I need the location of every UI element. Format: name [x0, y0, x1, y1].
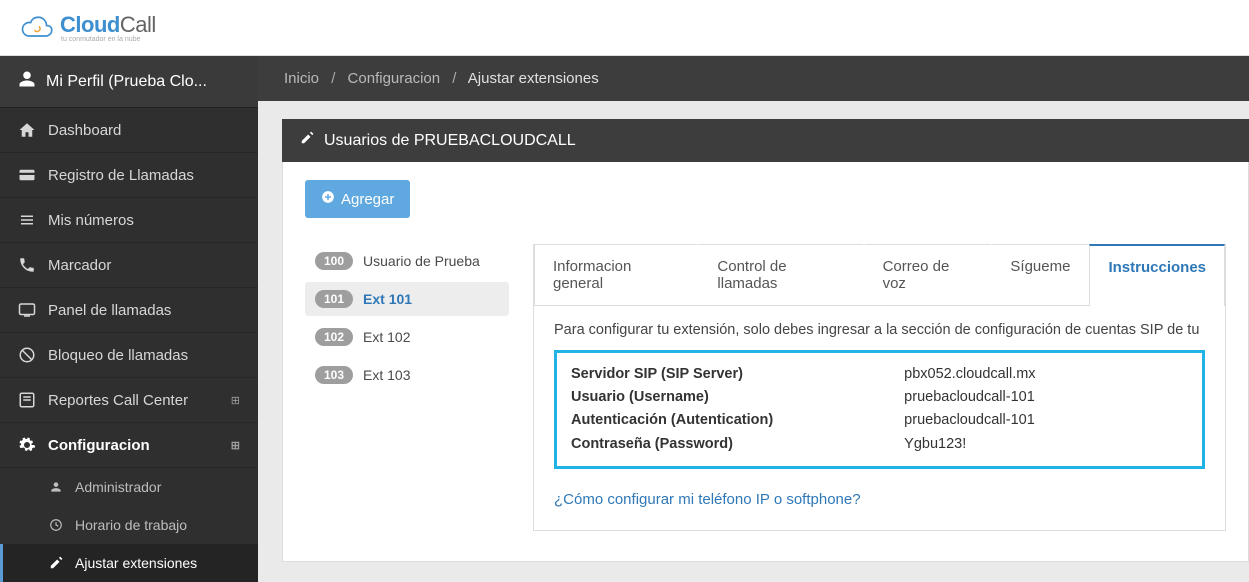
- extension-detail: Informacion generalControl de llamadasCo…: [533, 244, 1226, 531]
- app-header: CloudCall tu conmutador en la nube: [0, 0, 1249, 56]
- user-icon: [47, 480, 65, 494]
- sidebar-item-configuracion[interactable]: Configuracion ⊞: [0, 423, 258, 468]
- sip-label: Contraseña (Password): [571, 433, 904, 456]
- extension-badge: 101: [315, 290, 353, 308]
- extension-label: Ext 101: [363, 291, 412, 307]
- sidebar-profile[interactable]: Mi Perfil (Prueba Clo...: [0, 56, 258, 108]
- breadcrumb: Inicio / Configuracion / Ajustar extensi…: [258, 56, 1249, 101]
- breadcrumb-home[interactable]: Inicio: [284, 70, 319, 87]
- sip-label: Usuario (Username): [571, 386, 904, 409]
- sidebar-sub-ajustar-extensiones[interactable]: Ajustar extensiones: [0, 544, 258, 582]
- tab-control-de-llamadas[interactable]: Control de llamadas: [698, 244, 863, 305]
- sidebar: Mi Perfil (Prueba Clo... Dashboard Regist…: [0, 56, 258, 579]
- sidebar-item-marcador[interactable]: Marcador: [0, 243, 258, 288]
- tab-informacion-general[interactable]: Informacion general: [534, 244, 698, 305]
- sip-label: Servidor SIP (SIP Server): [571, 363, 904, 386]
- add-button-label: Agregar: [341, 191, 394, 208]
- sip-value: pruebacloudcall-101: [904, 409, 1188, 432]
- tab-content-instrucciones: Para configurar tu extensión, solo debes…: [534, 306, 1225, 530]
- panel-icon: [18, 301, 36, 319]
- block-icon: [18, 346, 36, 364]
- extension-item-100[interactable]: 100 Usuario de Prueba: [305, 244, 509, 278]
- add-button[interactable]: Agregar: [305, 180, 410, 218]
- sidebar-item-label: Registro de Llamadas: [48, 167, 194, 184]
- breadcrumb-current: Ajustar extensiones: [468, 70, 599, 87]
- report-icon: [18, 391, 36, 409]
- brand-logo[interactable]: CloudCall tu conmutador en la nube: [18, 12, 156, 43]
- sidebar-item-label: Panel de llamadas: [48, 302, 171, 319]
- sidebar-sub-administrador[interactable]: Administrador: [0, 468, 258, 506]
- sip-value: Ygbu123!: [904, 433, 1188, 456]
- sidebar-item-registro-de-llamadas[interactable]: Registro de Llamadas: [0, 153, 258, 198]
- sidebar-item-label: Bloqueo de llamadas: [48, 347, 188, 364]
- brand-tagline: tu conmutador en la nube: [61, 36, 156, 43]
- tab-correo-de-voz[interactable]: Correo de voz: [864, 244, 992, 305]
- sidebar-item-panel-de-llamadas[interactable]: Panel de llamadas: [0, 288, 258, 333]
- sidebar-sub-label: Ajustar extensiones: [75, 555, 197, 571]
- sidebar-item-label: Dashboard: [48, 122, 121, 139]
- extension-label: Usuario de Prueba: [363, 253, 480, 269]
- gear-icon: [18, 436, 36, 454]
- panel-title: Usuarios de PRUEBACLOUDCALL: [324, 132, 576, 150]
- extension-badge: 100: [315, 252, 353, 270]
- cloud-icon: [18, 15, 54, 41]
- phone-icon: [18, 256, 36, 274]
- brand-text: CloudCall: [60, 12, 156, 37]
- card-icon: [18, 166, 36, 184]
- expand-icon: ⊞: [231, 394, 240, 407]
- extension-item-102[interactable]: 102 Ext 102: [305, 320, 509, 354]
- sip-value: pruebacloudcall-101: [904, 386, 1188, 409]
- list-icon: [18, 211, 36, 229]
- extension-label: Ext 102: [363, 329, 410, 345]
- sidebar-sub-horario-de-trabajo[interactable]: Horario de trabajo: [0, 506, 258, 544]
- main-content: Inicio / Configuracion / Ajustar extensi…: [258, 56, 1249, 579]
- extension-label: Ext 103: [363, 367, 410, 383]
- sidebar-item-mis-números[interactable]: Mis números: [0, 198, 258, 243]
- sidebar-sub-label: Horario de trabajo: [75, 517, 187, 533]
- tabs: Informacion generalControl de llamadasCo…: [534, 244, 1225, 306]
- extension-item-101[interactable]: 101 Ext 101: [305, 282, 509, 316]
- sidebar-sub-label: Administrador: [75, 479, 161, 495]
- sidebar-item-label: Mis números: [48, 212, 134, 229]
- sip-config-box: Servidor SIP (SIP Server)Usuario (Userna…: [554, 350, 1205, 469]
- plus-icon: [321, 190, 335, 208]
- home-icon: [18, 121, 36, 139]
- adjust-icon: [300, 131, 314, 150]
- clock-icon: [47, 518, 65, 532]
- breadcrumb-config[interactable]: Configuracion: [348, 70, 441, 87]
- sip-value: pbx052.cloudcall.mx: [904, 363, 1188, 386]
- sidebar-profile-label: Mi Perfil (Prueba Clo...: [46, 73, 207, 91]
- help-link[interactable]: ¿Cómo configurar mi teléfono IP o softph…: [554, 491, 861, 508]
- extension-badge: 102: [315, 328, 353, 346]
- extension-item-103[interactable]: 103 Ext 103: [305, 358, 509, 392]
- tab-sígueme[interactable]: Sígueme: [991, 244, 1089, 305]
- user-icon: [18, 70, 36, 93]
- instructions-intro: Para configurar tu extensión, solo debes…: [554, 322, 1205, 338]
- tab-instrucciones[interactable]: Instrucciones: [1089, 244, 1225, 306]
- sidebar-item-reportes-call-center[interactable]: Reportes Call Center ⊞: [0, 378, 258, 423]
- sidebar-item-dashboard[interactable]: Dashboard: [0, 108, 258, 153]
- sip-label: Autenticación (Autentication): [571, 409, 904, 432]
- sidebar-item-label: Configuracion: [48, 437, 150, 454]
- sidebar-item-bloqueo-de-llamadas[interactable]: Bloqueo de llamadas: [0, 333, 258, 378]
- panel-header: Usuarios de PRUEBACLOUDCALL: [282, 119, 1249, 162]
- extension-badge: 103: [315, 366, 353, 384]
- sidebar-item-label: Marcador: [48, 257, 111, 274]
- extension-list: 100 Usuario de Prueba 101 Ext 101 102 Ext 102…: [305, 244, 509, 531]
- sidebar-item-label: Reportes Call Center: [48, 392, 188, 409]
- adjust-icon: [47, 556, 65, 570]
- expand-icon: ⊞: [231, 439, 240, 452]
